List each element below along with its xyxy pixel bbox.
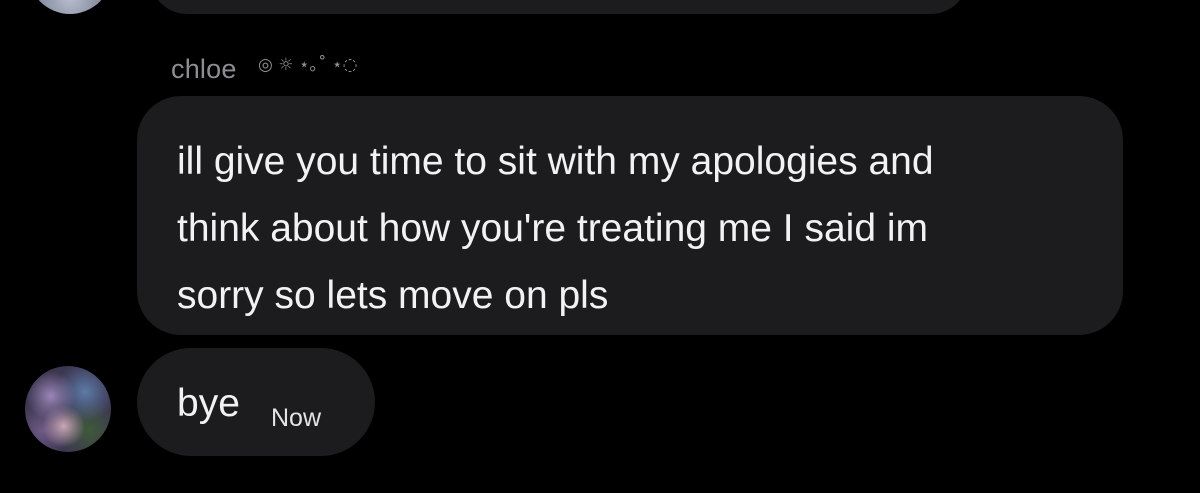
message-bubble[interactable]: bye Now (137, 348, 375, 456)
message-text: bye (177, 382, 240, 425)
previous-avatar[interactable] (28, 0, 112, 14)
previous-message-bubble[interactable] (150, 0, 968, 14)
sender-name: chloe (171, 54, 237, 84)
message-text: ill give you time to sit with my apologi… (177, 140, 934, 317)
sender-avatar[interactable] (25, 366, 111, 452)
message-timestamp: Now (271, 404, 322, 432)
sender-name-decoration: ◎ ☼ ⋆｡˚ ⋆◌ (258, 55, 358, 75)
message-bubble[interactable]: ill give you time to sit with my apologi… (137, 96, 1123, 335)
